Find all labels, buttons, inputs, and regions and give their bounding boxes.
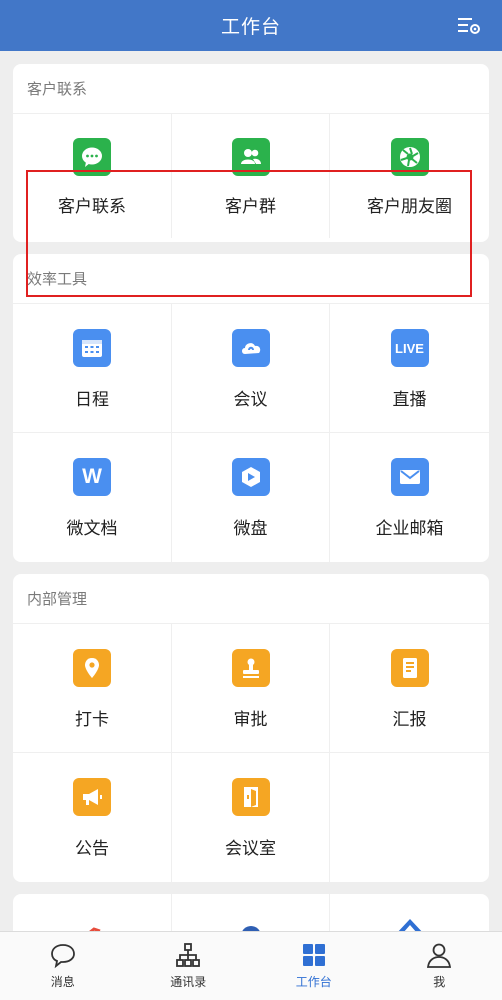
app-label: 直播 <box>392 390 427 410</box>
tab-label: 工作台 <box>295 975 332 989</box>
doc-w-icon: W <box>73 458 111 496</box>
app-customer-contact[interactable]: 客户联系 <box>13 114 172 238</box>
app-label: 会议室 <box>225 839 276 859</box>
section-internal-management: 内部管理 打卡 审批 汇报 公告 会议室 <box>13 574 489 882</box>
moments-icon <box>390 138 429 176</box>
app-wedoc[interactable]: W 微文档 <box>13 433 172 562</box>
org-chart-icon <box>176 943 201 967</box>
app-label: 汇报 <box>392 710 427 730</box>
drive-icon <box>231 458 270 496</box>
app-label: 打卡 <box>75 710 109 730</box>
app-approval[interactable]: 审批 <box>172 624 330 753</box>
partial-app-1[interactable] <box>13 894 172 931</box>
section-next-partial <box>13 894 489 931</box>
section-title: 客户联系 <box>13 64 489 114</box>
tab-label: 通讯录 <box>170 975 207 989</box>
tab-me[interactable]: 我 <box>377 932 502 1000</box>
group-icon <box>231 138 270 176</box>
megaphone-icon <box>73 778 111 816</box>
app-wedrive[interactable]: 微盘 <box>172 433 330 562</box>
app-customer-moments[interactable]: 客户朋友圈 <box>330 114 489 238</box>
location-icon <box>73 649 111 687</box>
app-meeting[interactable]: 会议 <box>172 304 330 433</box>
app-announcement[interactable]: 公告 <box>13 753 172 882</box>
partial-app-3[interactable] <box>330 894 489 931</box>
profile-icon <box>427 943 452 968</box>
workbench-scroll[interactable]: 客户联系 客户联系 客户群 客户朋友圈 效率工具 日程 会议 LIVE 直播 W… <box>0 51 502 931</box>
tab-label: 消息 <box>50 975 75 989</box>
app-label: 会议 <box>233 390 268 410</box>
app-report[interactable]: 汇报 <box>330 624 489 753</box>
section-title: 内部管理 <box>13 574 489 624</box>
partial-diamond-icon <box>398 919 421 931</box>
bottom-tab-bar: 消息 通讯录 工作台 我 <box>0 931 502 1000</box>
partial-app-2[interactable] <box>172 894 330 931</box>
app-label: 公告 <box>75 839 109 859</box>
tab-contacts[interactable]: 通讯录 <box>126 932 252 1000</box>
app-label: 客户朋友圈 <box>367 197 452 217</box>
app-mail[interactable]: 企业邮箱 <box>330 433 489 562</box>
app-label: 微文档 <box>66 519 118 539</box>
empty-cell <box>330 753 489 882</box>
tab-label: 我 <box>433 975 446 989</box>
app-label: 客户群 <box>225 197 276 217</box>
message-icon <box>50 944 75 969</box>
app-customer-group[interactable]: 客户群 <box>172 114 330 238</box>
chat-bubble-icon <box>73 138 111 176</box>
section-customer-contact: 客户联系 客户联系 客户群 客户朋友圈 <box>13 64 489 242</box>
app-label: 审批 <box>233 710 268 730</box>
app-calendar[interactable]: 日程 <box>13 304 172 433</box>
app-label: 微盘 <box>233 519 268 539</box>
stamp-icon <box>231 649 270 687</box>
app-label: 日程 <box>75 390 109 410</box>
meeting-cloud-icon <box>231 329 270 367</box>
door-icon <box>231 778 270 816</box>
app-label: 企业邮箱 <box>375 519 444 539</box>
mail-icon <box>390 458 429 496</box>
live-icon: LIVE <box>390 329 429 367</box>
tab-messages[interactable]: 消息 <box>0 932 126 1000</box>
section-efficiency-tools: 效率工具 日程 会议 LIVE 直播 W 微文档 微盘 企业邮箱 <box>13 254 489 562</box>
calendar-icon <box>73 329 111 367</box>
app-live[interactable]: LIVE 直播 <box>330 304 489 433</box>
settings-icon[interactable] <box>456 13 482 39</box>
partial-blue-dot-icon <box>241 926 260 931</box>
header-bar: 工作台 <box>0 0 502 51</box>
app-label: 客户联系 <box>58 197 126 217</box>
page-title: 工作台 <box>220 16 281 38</box>
tab-workbench[interactable]: 工作台 <box>251 932 377 1000</box>
app-checkin[interactable]: 打卡 <box>13 624 172 753</box>
section-title: 效率工具 <box>13 254 489 304</box>
app-meeting-room[interactable]: 会议室 <box>172 753 330 882</box>
report-icon <box>390 649 429 687</box>
workbench-grid-icon <box>302 944 325 966</box>
